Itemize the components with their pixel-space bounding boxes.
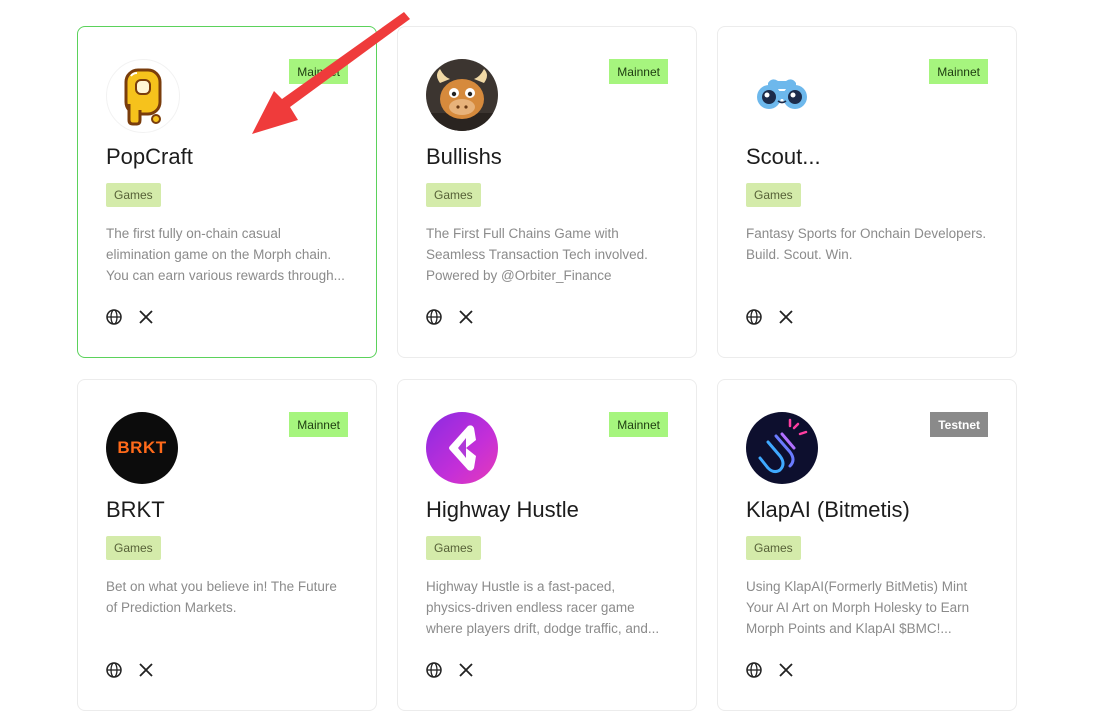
description-line: physics-driven endless racer game [426, 600, 635, 615]
network-badge: Mainnet [289, 412, 348, 437]
network-badge: Mainnet [289, 59, 348, 84]
category-tag: Games [746, 536, 801, 560]
description-line: Bet on what you believe in! The Future [106, 579, 337, 594]
network-badge: Testnet [930, 412, 988, 437]
project-card-bullishs[interactable]: Mainnet Bullishs Games The First Full Ch… [397, 26, 697, 358]
project-title[interactable]: Bullishs [426, 144, 502, 170]
project-card-klapai[interactable]: Testnet KlapAI (Bitmetis) Games Using Kl… [717, 379, 1017, 711]
project-description: Highway Hustle is a fast-paced, physics-… [426, 576, 676, 639]
clapping-hands-logo [746, 412, 818, 484]
project-card-scout[interactable]: Mainnet Scout... Games Fantasy Sports fo… [717, 26, 1017, 358]
project-card-brkt[interactable]: BRKT Mainnet BRKT Games Bet on what you … [77, 379, 377, 711]
project-card-highway-hustle[interactable]: Mainnet Highway Hustle Games Highway Hus… [397, 379, 697, 711]
description-line: of Prediction Markets. [106, 600, 237, 615]
project-grid: Mainnet PopCraft Games The first fully o… [77, 26, 1017, 711]
x-icon[interactable] [778, 309, 794, 325]
project-links [426, 662, 474, 678]
category-tag: Games [106, 536, 161, 560]
category-tag: Games [746, 183, 801, 207]
globe-icon[interactable] [746, 309, 762, 325]
globe-icon[interactable] [426, 309, 442, 325]
project-title[interactable]: KlapAI (Bitmetis) [746, 497, 910, 523]
category-tag: Games [426, 536, 481, 560]
project-title[interactable]: Highway Hustle [426, 497, 579, 523]
description-line: Powered by @Orbiter_Finance [426, 268, 612, 283]
x-icon[interactable] [458, 662, 474, 678]
x-icon[interactable] [778, 662, 794, 678]
description-line: The first fully on-chain casual [106, 226, 281, 241]
project-card-popcraft[interactable]: Mainnet PopCraft Games The first fully o… [77, 26, 377, 358]
project-description: The First Full Chains Game with Seamless… [426, 223, 676, 286]
description-line: The First Full Chains Game with [426, 226, 619, 241]
project-links [746, 662, 794, 678]
project-title[interactable]: Scout... [746, 144, 821, 170]
project-description: Bet on what you believe in! The Future o… [106, 576, 356, 618]
project-description: Fantasy Sports for Onchain Developers. B… [746, 223, 996, 265]
description-line: Morph Points and KlapAI $BMC!... [746, 621, 952, 636]
popcraft-logo [106, 59, 180, 133]
globe-icon[interactable] [746, 662, 762, 678]
project-links [106, 662, 154, 678]
project-title[interactable]: PopCraft [106, 144, 193, 170]
globe-icon[interactable] [106, 662, 122, 678]
description-line: Fantasy Sports for Onchain Developers. [746, 226, 987, 241]
brkt-logo-text: BRKT [117, 438, 167, 457]
description-line: where players drift, dodge traffic, and.… [426, 621, 660, 636]
project-description: Using KlapAI(Formerly BitMetis) Mint You… [746, 576, 996, 639]
description-line: Your AI Art on Morph Holesky to Earn [746, 600, 970, 615]
description-line: Build. Scout. Win. [746, 247, 853, 262]
network-badge: Mainnet [609, 412, 668, 437]
x-icon[interactable] [138, 309, 154, 325]
description-line: elimination game on the Morph chain. [106, 247, 332, 262]
globe-icon[interactable] [106, 309, 122, 325]
category-tag: Games [426, 183, 481, 207]
description-line: You can earn various rewards through... [106, 268, 345, 283]
network-badge: Mainnet [929, 59, 988, 84]
description-line: Highway Hustle is a fast-paced, [426, 579, 616, 594]
description-line: Seamless Transaction Tech involved. [426, 247, 648, 262]
brkt-logo: BRKT [106, 412, 178, 484]
globe-icon[interactable] [426, 662, 442, 678]
category-tag: Games [106, 183, 161, 207]
binoculars-logo [746, 59, 818, 131]
project-links [106, 309, 154, 325]
x-icon[interactable] [138, 662, 154, 678]
highway-hustle-logo [426, 412, 498, 484]
project-description: The first fully on-chain casual eliminat… [106, 223, 356, 286]
x-icon[interactable] [458, 309, 474, 325]
project-title[interactable]: BRKT [106, 497, 165, 523]
project-links [426, 309, 474, 325]
network-badge: Mainnet [609, 59, 668, 84]
bull-logo [426, 59, 498, 131]
description-line: Using KlapAI(Formerly BitMetis) Mint [746, 579, 968, 594]
project-links [746, 309, 794, 325]
